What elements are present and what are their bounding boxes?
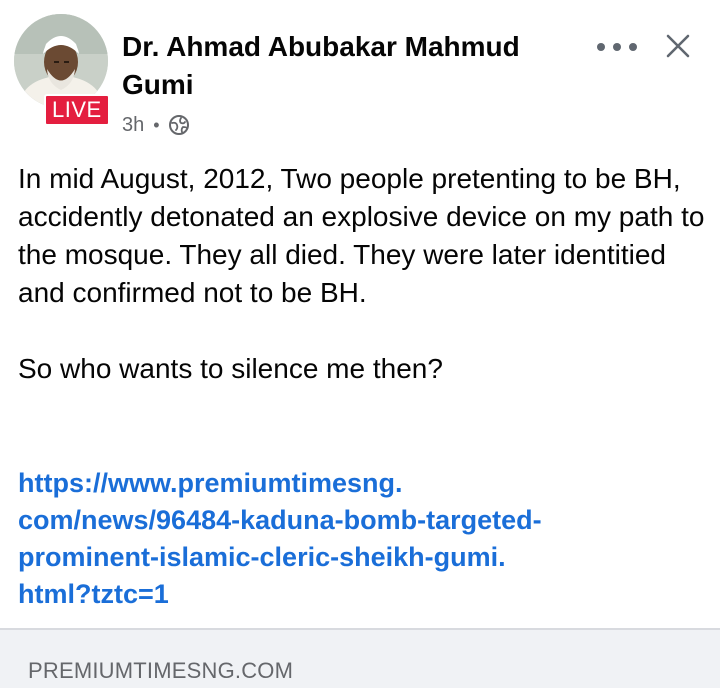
post-question: So who wants to silence me then? xyxy=(18,353,443,384)
post-paragraph: In mid August, 2012, Two people pretenti… xyxy=(18,163,705,308)
close-icon xyxy=(666,34,690,58)
link-line: https://www.premiumtimesng. xyxy=(18,468,403,498)
author-name[interactable]: Dr. Ahmad Abubakar Mahmud Gumi xyxy=(122,28,582,104)
more-horizontal-icon xyxy=(597,43,637,51)
live-badge: LIVE xyxy=(44,94,110,126)
meta-separator: • xyxy=(153,114,160,135)
post-timestamp[interactable]: 3h xyxy=(122,114,144,137)
post-meta: 3h • xyxy=(122,112,190,138)
link-preview[interactable]: PREMIUMTIMESNG.COM xyxy=(0,630,720,688)
author-avatar-container[interactable]: LIVE xyxy=(14,14,110,126)
post-card: LIVE Dr. Ahmad Abubakar Mahmud Gumi 3h •… xyxy=(0,0,720,628)
article-link[interactable]: https://www.premiumtimesng. com/news/964… xyxy=(18,465,708,613)
preview-domain: PREMIUMTIMESNG.COM xyxy=(28,658,294,683)
globe-icon[interactable] xyxy=(168,114,190,136)
link-line: com/news/96484-kaduna-bomb-targeted- xyxy=(18,505,542,535)
link-line: html?tztc=1 xyxy=(18,579,169,609)
close-button[interactable] xyxy=(660,28,696,64)
post-body: In mid August, 2012, Two people pretenti… xyxy=(18,160,708,388)
more-options-button[interactable] xyxy=(594,30,640,64)
link-line: prominent-islamic-cleric-sheikh-gumi. xyxy=(18,542,506,572)
